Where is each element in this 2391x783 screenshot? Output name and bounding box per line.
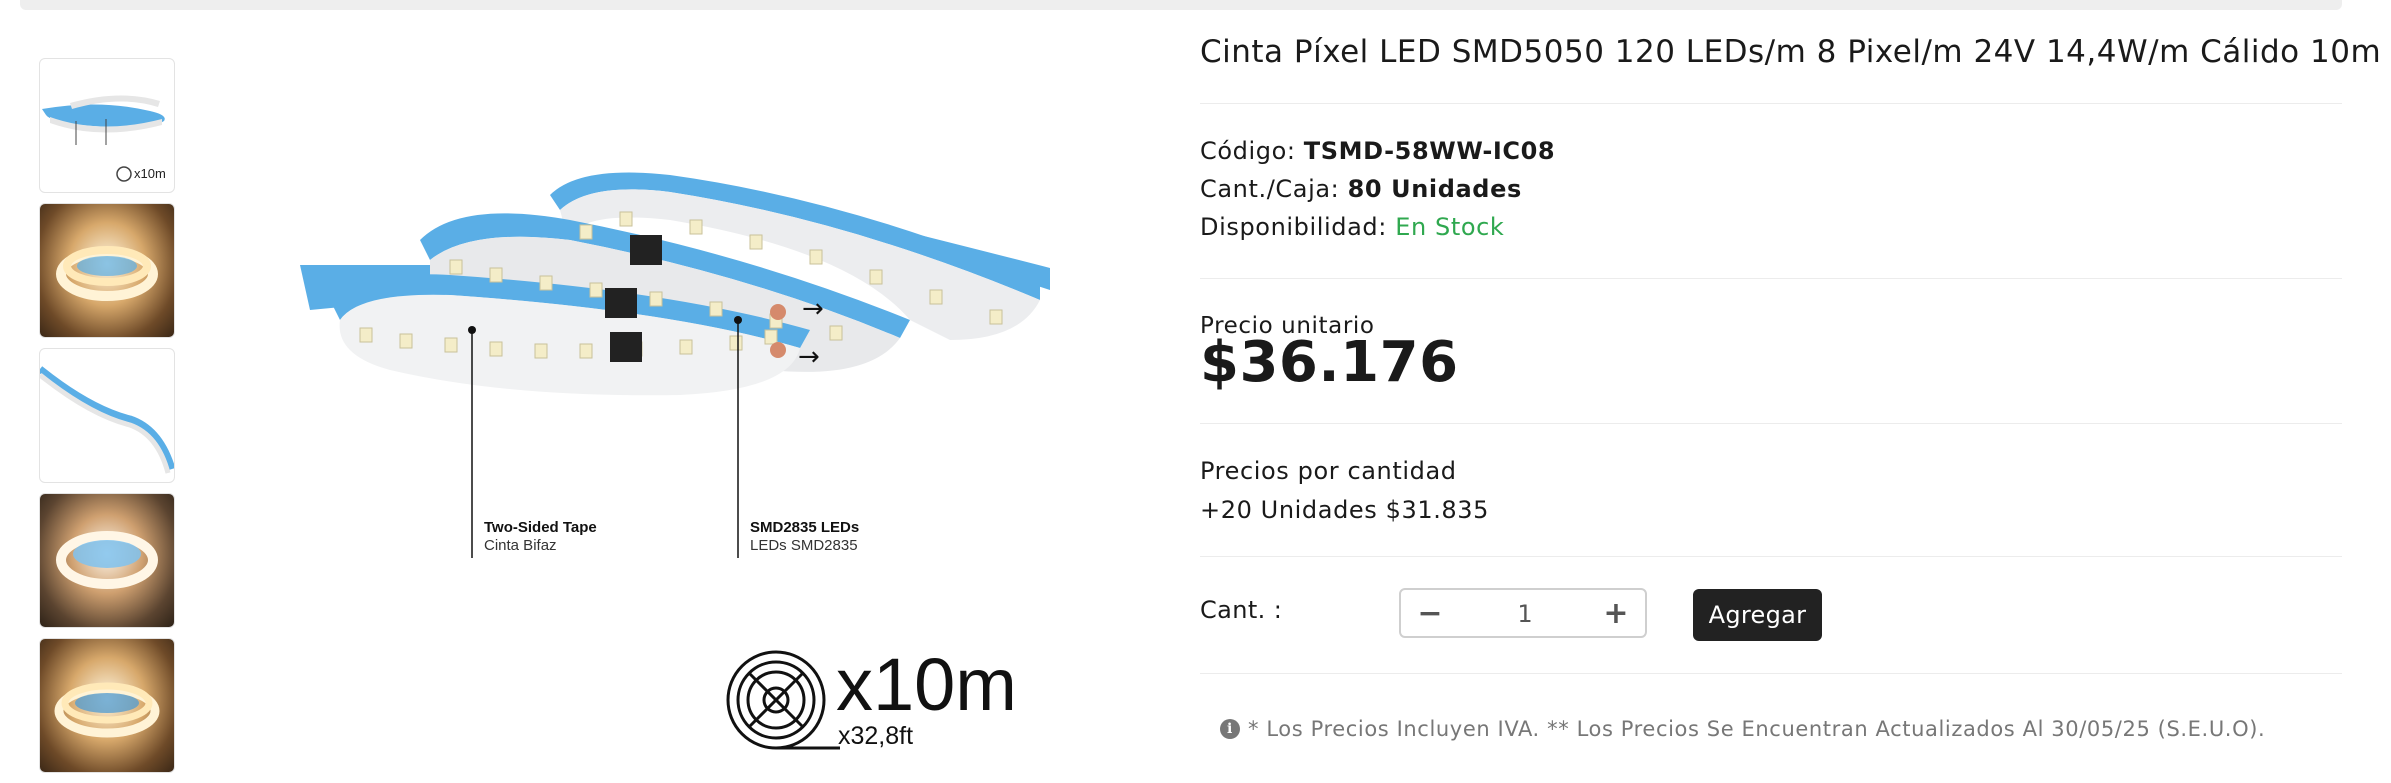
reel-icon [726, 650, 840, 750]
add-to-cart-button[interactable]: Agregar [1693, 589, 1822, 641]
increase-quantity-button[interactable]: + [1591, 590, 1641, 636]
divider [1200, 556, 2342, 557]
callout-tape-subtitle: Cinta Bifaz [484, 537, 557, 554]
quantity-stepper: − + [1399, 588, 1647, 638]
quantity-pricing-tier: +20 Unidades $31.835 [1200, 496, 1490, 524]
thumbnail-gallery: x10m [39, 58, 175, 783]
code-value: TSMD-58WW-IC08 [1303, 137, 1556, 165]
thumbnail-1[interactable]: x10m [39, 58, 175, 193]
info-icon: i [1220, 719, 1240, 739]
divider [1200, 103, 2342, 104]
availability-row: Disponibilidad: En Stock [1200, 213, 1504, 241]
price-note-text: * Los Precios Incluyen IVA. ** Los Preci… [1248, 717, 2266, 741]
thumbnail-5[interactable] [39, 638, 175, 773]
divider [1200, 423, 2342, 424]
availability-value: En Stock [1395, 213, 1505, 241]
quantity-pricing-title: Precios por cantidad [1200, 457, 1457, 485]
length-sub-text: x32,8ft [838, 722, 913, 750]
quantity-label: Cant. : [1200, 596, 1283, 624]
availability-label: Disponibilidad: [1200, 213, 1387, 241]
product-title: Cinta Píxel LED SMD5050 120 LEDs/m 8 Pix… [1200, 34, 2382, 70]
box-quantity-row: Cant./Caja: 80 Unidades [1200, 175, 1522, 203]
thumbnail-3[interactable] [39, 348, 175, 483]
box-label: Cant./Caja: [1200, 175, 1340, 203]
thumbnail-2[interactable] [39, 203, 175, 338]
box-value: 80 Unidades [1347, 175, 1522, 203]
code-label: Código: [1200, 137, 1296, 165]
divider [1200, 278, 2342, 279]
length-main-text: x10m [836, 643, 1017, 726]
main-product-image[interactable]: → → Two-Sided Tape Cinta Bifaz SMD2835 L… [250, 80, 1150, 770]
product-details: Cinta Píxel LED SMD5050 120 LEDs/m 8 Pix… [1200, 0, 2381, 778]
callout-tape-title: Two-Sided Tape [484, 519, 597, 536]
quantity-input[interactable] [1461, 596, 1589, 632]
price-note: i * Los Precios Incluyen IVA. ** Los Pre… [1220, 717, 2265, 741]
decrease-quantity-button[interactable]: − [1405, 590, 1455, 636]
thumb-length-text: x10m [134, 166, 166, 181]
thumbnail-4[interactable] [39, 493, 175, 628]
unit-price: $36.176 [1200, 330, 1459, 395]
callout-leds-subtitle: LEDs SMD2835 [750, 537, 858, 554]
svg-text:→: → [802, 294, 824, 324]
callout-leds-title: SMD2835 LEDs [750, 519, 859, 536]
divider [1200, 673, 2342, 674]
product-code-row: Código: TSMD-58WW-IC08 [1200, 137, 1555, 165]
svg-text:→: → [798, 342, 820, 372]
